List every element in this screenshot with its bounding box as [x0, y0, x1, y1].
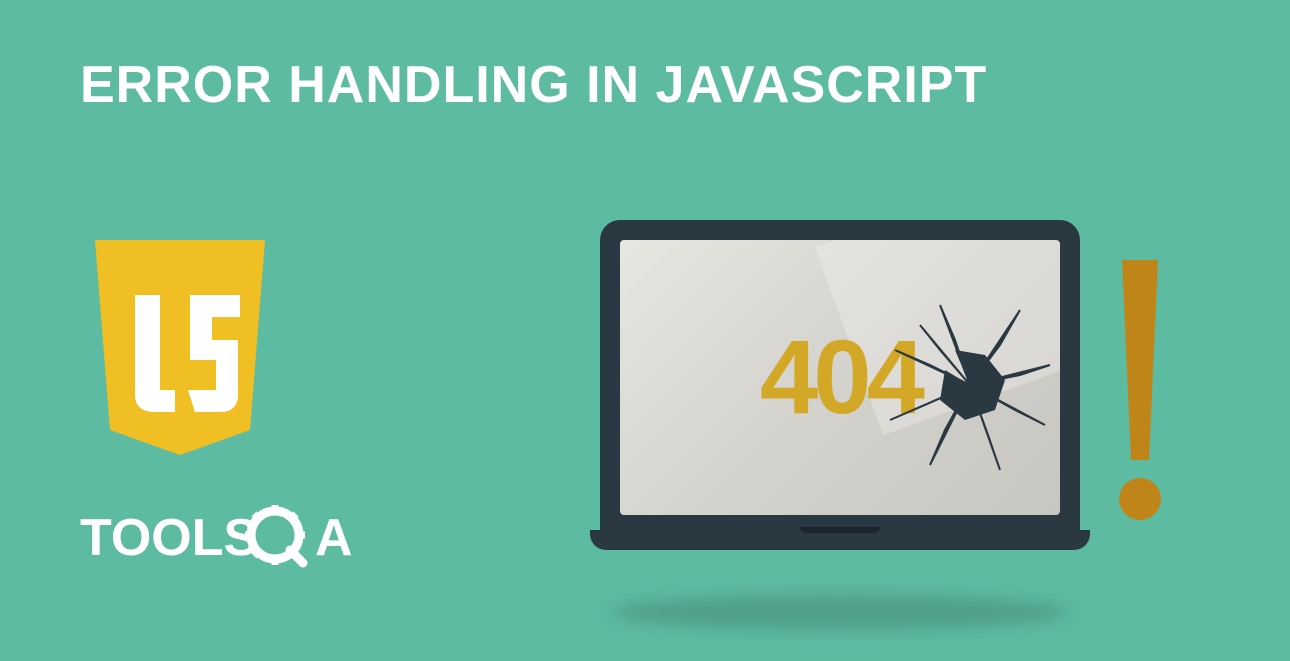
- toolsqa-logo: TOOLS A: [80, 500, 420, 580]
- laptop-base: [590, 530, 1090, 550]
- a-text: A: [315, 509, 353, 567]
- laptop-illustration: 404: [590, 220, 1090, 600]
- exclamation-bar: [1118, 260, 1163, 460]
- crack-icon: [880, 295, 1060, 475]
- exclamation-icon: [1110, 260, 1170, 560]
- laptop-shadow: [610, 595, 1070, 630]
- laptop-notch: [800, 527, 880, 533]
- javascript-logo: [80, 240, 280, 465]
- tools-text: TOOLS: [80, 509, 258, 567]
- laptop-frame: 404: [600, 220, 1080, 530]
- page-title: ERROR HANDLING IN JAVASCRIPT: [80, 55, 987, 115]
- laptop-screen: 404: [620, 240, 1060, 515]
- exclamation-dot: [1119, 478, 1161, 520]
